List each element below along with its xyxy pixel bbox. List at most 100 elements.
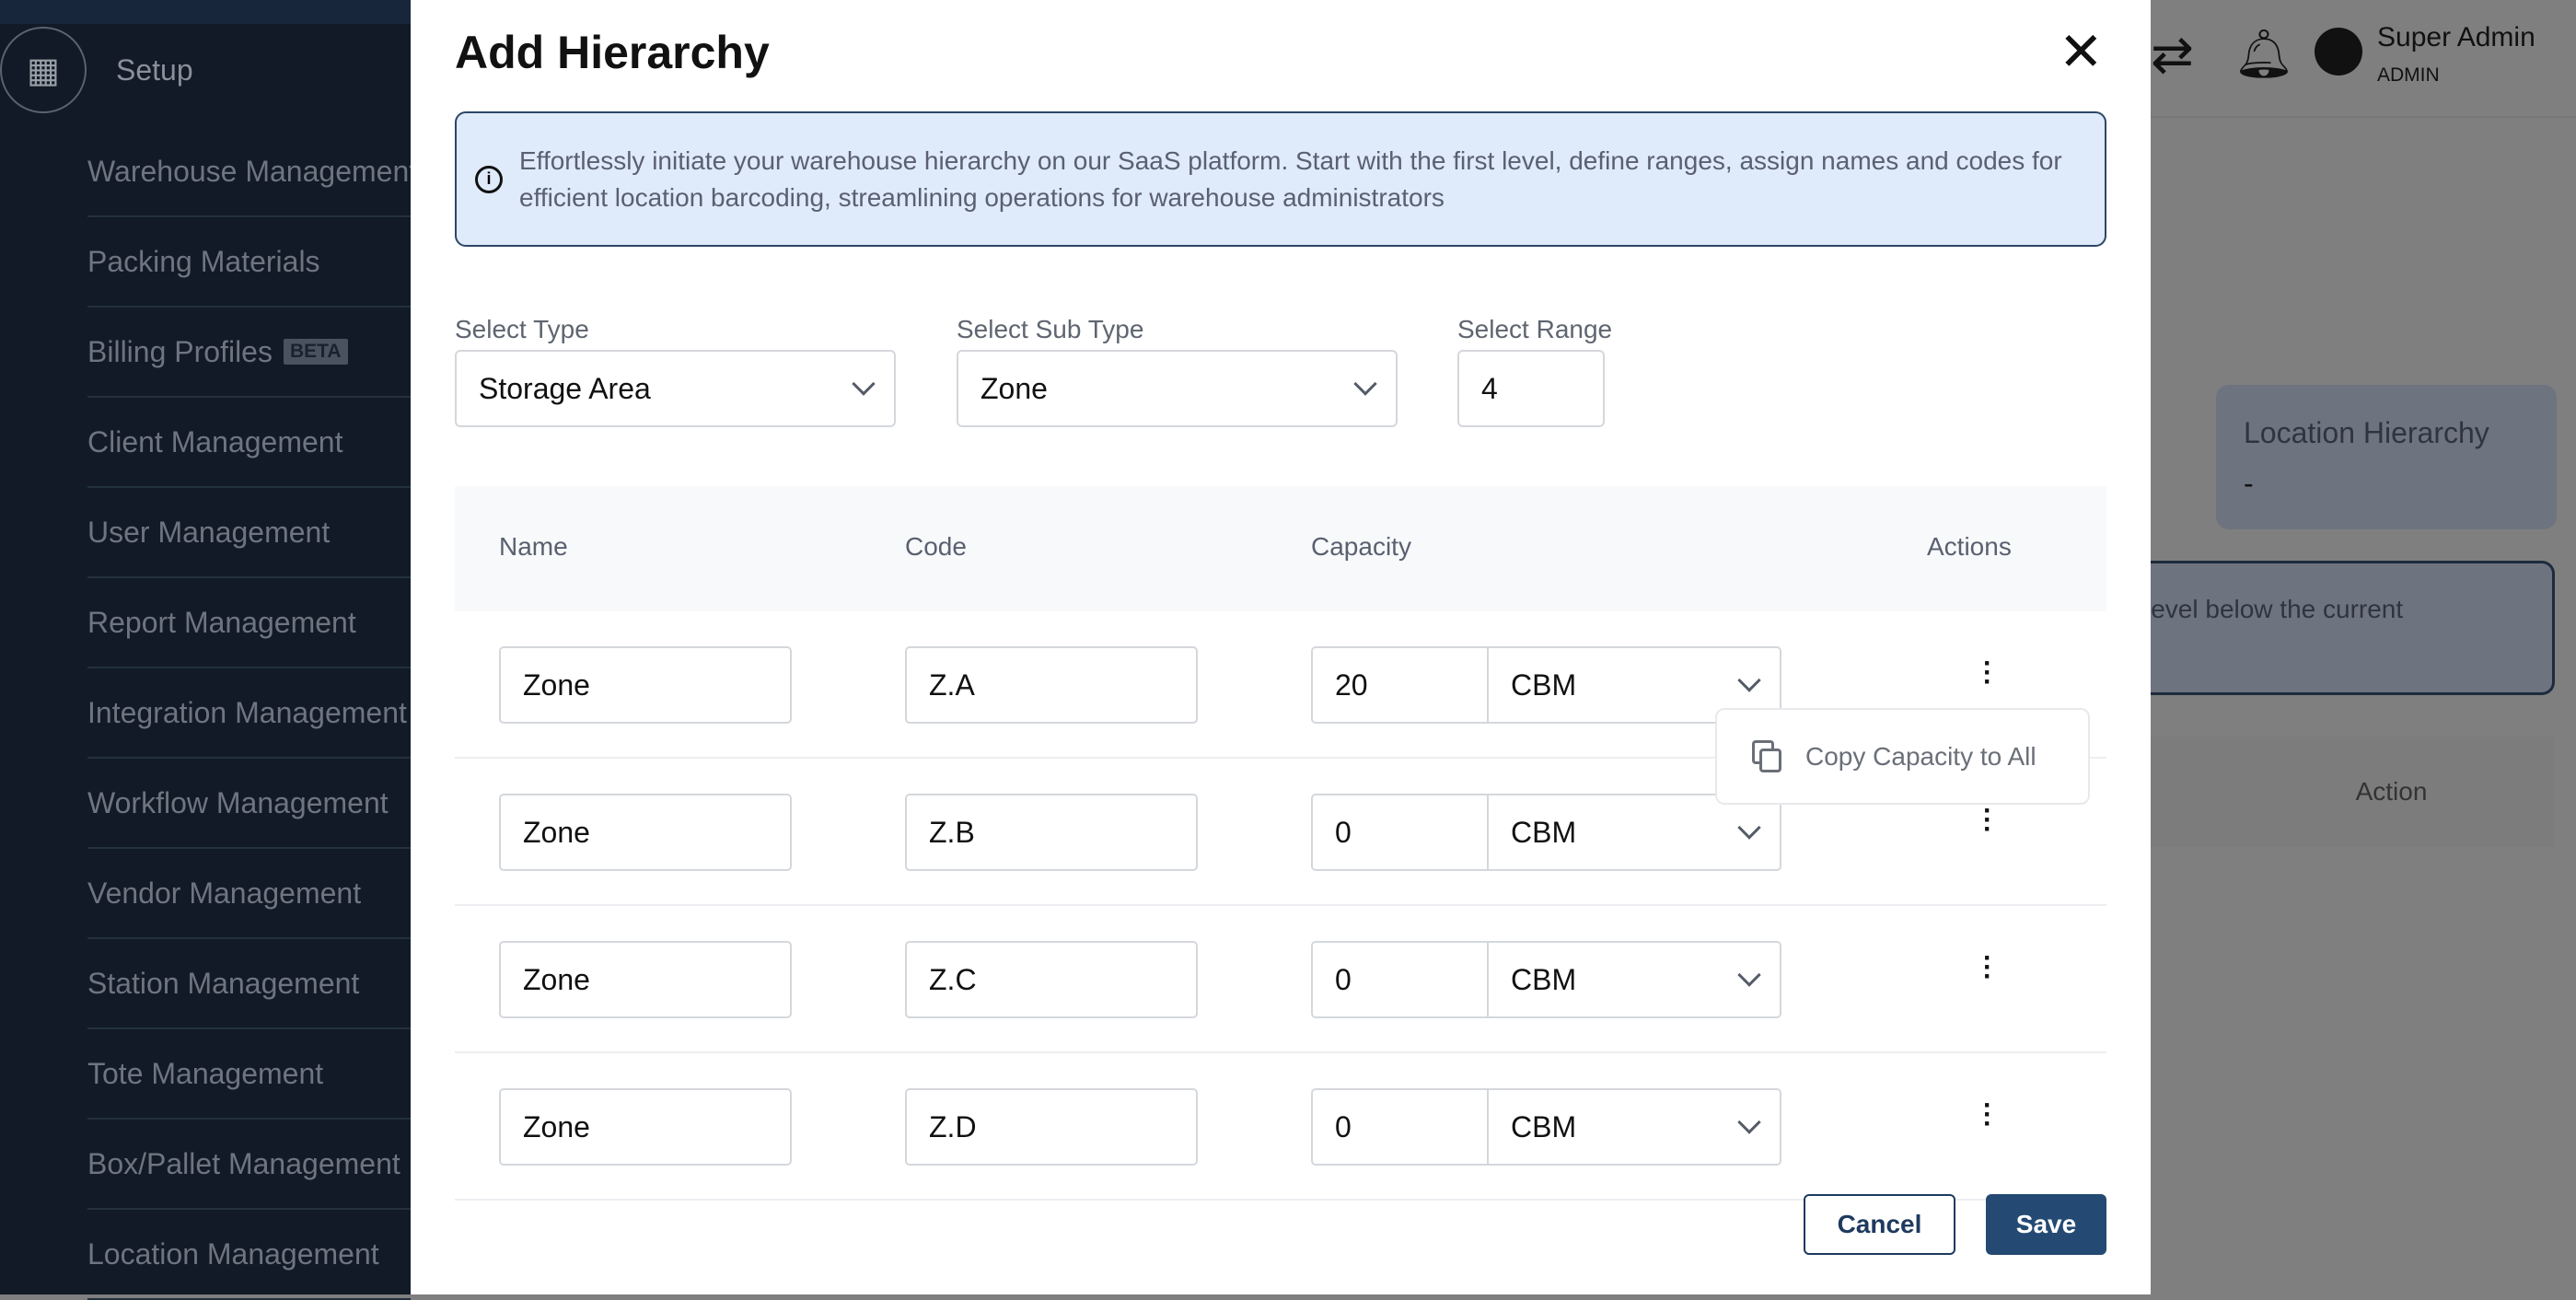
- select-sub-type-dropdown[interactable]: Zone: [957, 350, 1398, 427]
- background-info: level below the current: [2136, 561, 2555, 695]
- code-input[interactable]: Z.C: [905, 941, 1198, 1018]
- unit-value: CBM: [1511, 815, 1577, 849]
- select-type-label: Select Type: [455, 315, 589, 343]
- info-icon: i: [475, 165, 503, 193]
- sidebar-item[interactable]: Box/Pallet Management: [87, 1120, 411, 1210]
- select-sub-type-label: Select Sub Type: [957, 315, 1144, 343]
- chevron-down-icon: [1353, 372, 1377, 396]
- more-vertical-icon[interactable]: · · ·: [1978, 797, 1997, 843]
- name-input[interactable]: Zone: [499, 941, 792, 1018]
- column-actions: Actions: [1927, 532, 2012, 561]
- sidebar-item-label: Box/Pallet Management: [87, 1146, 400, 1180]
- info-text: Effortlessly initiate your warehouse hie…: [519, 145, 2062, 212]
- more-vertical-icon[interactable]: · · ·: [1978, 1092, 1997, 1138]
- modal-title: Add Hierarchy: [455, 27, 770, 78]
- sidebar-item-label: Client Management: [87, 424, 343, 458]
- name-input[interactable]: Zone: [499, 794, 792, 871]
- unit-value: CBM: [1511, 1109, 1577, 1143]
- switch-icon[interactable]: ⇄: [2151, 24, 2194, 85]
- unit-dropdown[interactable]: CBM: [1487, 794, 1781, 871]
- info-banner: i Effortlessly initiate your warehouse h…: [455, 111, 2106, 247]
- sidebar-item[interactable]: Report Management: [87, 578, 411, 668]
- capacity-input[interactable]: 20: [1311, 646, 1489, 724]
- more-vertical-icon[interactable]: · · ·: [1978, 650, 1997, 696]
- column-name: Name: [499, 532, 568, 561]
- cancel-button[interactable]: Cancel: [1804, 1194, 1955, 1255]
- select-range-input[interactable]: 4: [1457, 350, 1605, 427]
- sidebar-item[interactable]: Integration Management: [87, 668, 411, 759]
- capacity-value: 20: [1335, 667, 1368, 702]
- sidebar-item[interactable]: Tote Management: [87, 1029, 411, 1120]
- chevron-down-icon: [1737, 816, 1761, 840]
- capacity-value: 0: [1335, 962, 1352, 996]
- capacity-input[interactable]: 0: [1311, 794, 1489, 871]
- sidebar-item[interactable]: Packing Materials: [87, 217, 411, 308]
- code-input[interactable]: Z.D: [905, 1088, 1198, 1166]
- unit-value: CBM: [1511, 962, 1577, 996]
- location-hierarchy-card: Location Hierarchy -: [2216, 385, 2557, 529]
- capacity-value: 0: [1335, 1109, 1352, 1143]
- select-range-label: Select Range: [1457, 315, 1613, 343]
- sidebar-item[interactable]: Vendor Management: [87, 849, 411, 939]
- add-hierarchy-modal: Add Hierarchy ✕ i Effortlessly initiate …: [411, 0, 2151, 1294]
- name-value: Zone: [523, 815, 590, 849]
- chevron-down-icon: [1737, 668, 1761, 692]
- sidebar-item[interactable]: Location Management: [87, 1210, 411, 1300]
- capacity-input[interactable]: 0: [1311, 941, 1489, 1018]
- unit-dropdown[interactable]: CBM: [1487, 1088, 1781, 1166]
- sidebar-item-label: Workflow Management: [87, 785, 389, 819]
- avatar-icon[interactable]: [2315, 28, 2362, 75]
- background-action-header: Action: [2136, 737, 2555, 847]
- code-value: Z.D: [929, 1109, 977, 1143]
- code-value: Z.A: [929, 667, 975, 702]
- unit-value: CBM: [1511, 667, 1577, 702]
- sidebar: ▦ Setup Warehouse Management Packing Mate…: [0, 0, 411, 1300]
- sidebar-item-label: Packing Materials: [87, 244, 320, 278]
- copy-capacity-label: Copy Capacity to All: [1805, 741, 2036, 771]
- sidebar-section-setup[interactable]: ▦ Setup: [0, 24, 193, 116]
- sidebar-item[interactable]: Station Management: [87, 939, 411, 1029]
- user-name[interactable]: Super Admin: [2377, 22, 2535, 53]
- capacity-input[interactable]: 0: [1311, 1088, 1489, 1166]
- sidebar-item-label: Tote Management: [87, 1056, 324, 1090]
- select-type-dropdown[interactable]: Storage Area: [455, 350, 896, 427]
- sidebar-item[interactable]: Warehouse Management: [87, 127, 411, 217]
- name-input[interactable]: Zone: [499, 1088, 792, 1166]
- name-value: Zone: [523, 1109, 590, 1143]
- chevron-down-icon: [1737, 1110, 1761, 1134]
- sidebar-item-label: Report Management: [87, 605, 356, 639]
- name-value: Zone: [523, 962, 590, 996]
- sidebar-item[interactable]: Client Management: [87, 398, 411, 488]
- beta-badge: BETA: [283, 339, 348, 365]
- sidebar-top: [0, 0, 411, 24]
- warehouse-conveyor-icon: ▦: [0, 27, 87, 113]
- copy-capacity-menu-item[interactable]: Copy Capacity to All: [1715, 708, 2090, 805]
- capacity-value: 0: [1335, 815, 1352, 849]
- top-bar: [2151, 0, 2576, 118]
- sidebar-item-label: Integration Management: [87, 695, 407, 729]
- name-value: Zone: [523, 667, 590, 702]
- chevron-down-icon: [1737, 963, 1761, 987]
- card-value: -: [2244, 467, 2254, 500]
- sidebar-item-label: User Management: [87, 515, 331, 549]
- column-code: Code: [905, 532, 967, 561]
- sidebar-item[interactable]: Workflow Management: [87, 759, 411, 849]
- bell-icon[interactable]: 🔔︎: [2234, 26, 2294, 82]
- copy-icon: [1752, 739, 1783, 773]
- table-row: Zone Z.D 0 CBM · · ·: [455, 1053, 2106, 1201]
- name-input[interactable]: Zone: [499, 646, 792, 724]
- close-icon[interactable]: ✕: [2059, 20, 2104, 83]
- sidebar-item[interactable]: Billing Profiles BETA: [87, 308, 411, 398]
- code-input[interactable]: Z.B: [905, 794, 1198, 871]
- sidebar-item-label: Station Management: [87, 966, 360, 1000]
- unit-dropdown[interactable]: CBM: [1487, 941, 1781, 1018]
- sidebar-item[interactable]: User Management: [87, 488, 411, 578]
- code-input[interactable]: Z.A: [905, 646, 1198, 724]
- table-row: Zone Z.C 0 CBM · · ·: [455, 906, 2106, 1053]
- code-value: Z.C: [929, 962, 977, 996]
- save-button[interactable]: Save: [1986, 1194, 2106, 1255]
- table-header: Name Code Capacity Actions: [455, 486, 2106, 611]
- more-vertical-icon[interactable]: · · ·: [1978, 945, 1997, 991]
- card-title: Location Hierarchy: [2244, 416, 2489, 449]
- sidebar-item-label: Vendor Management: [87, 876, 362, 910]
